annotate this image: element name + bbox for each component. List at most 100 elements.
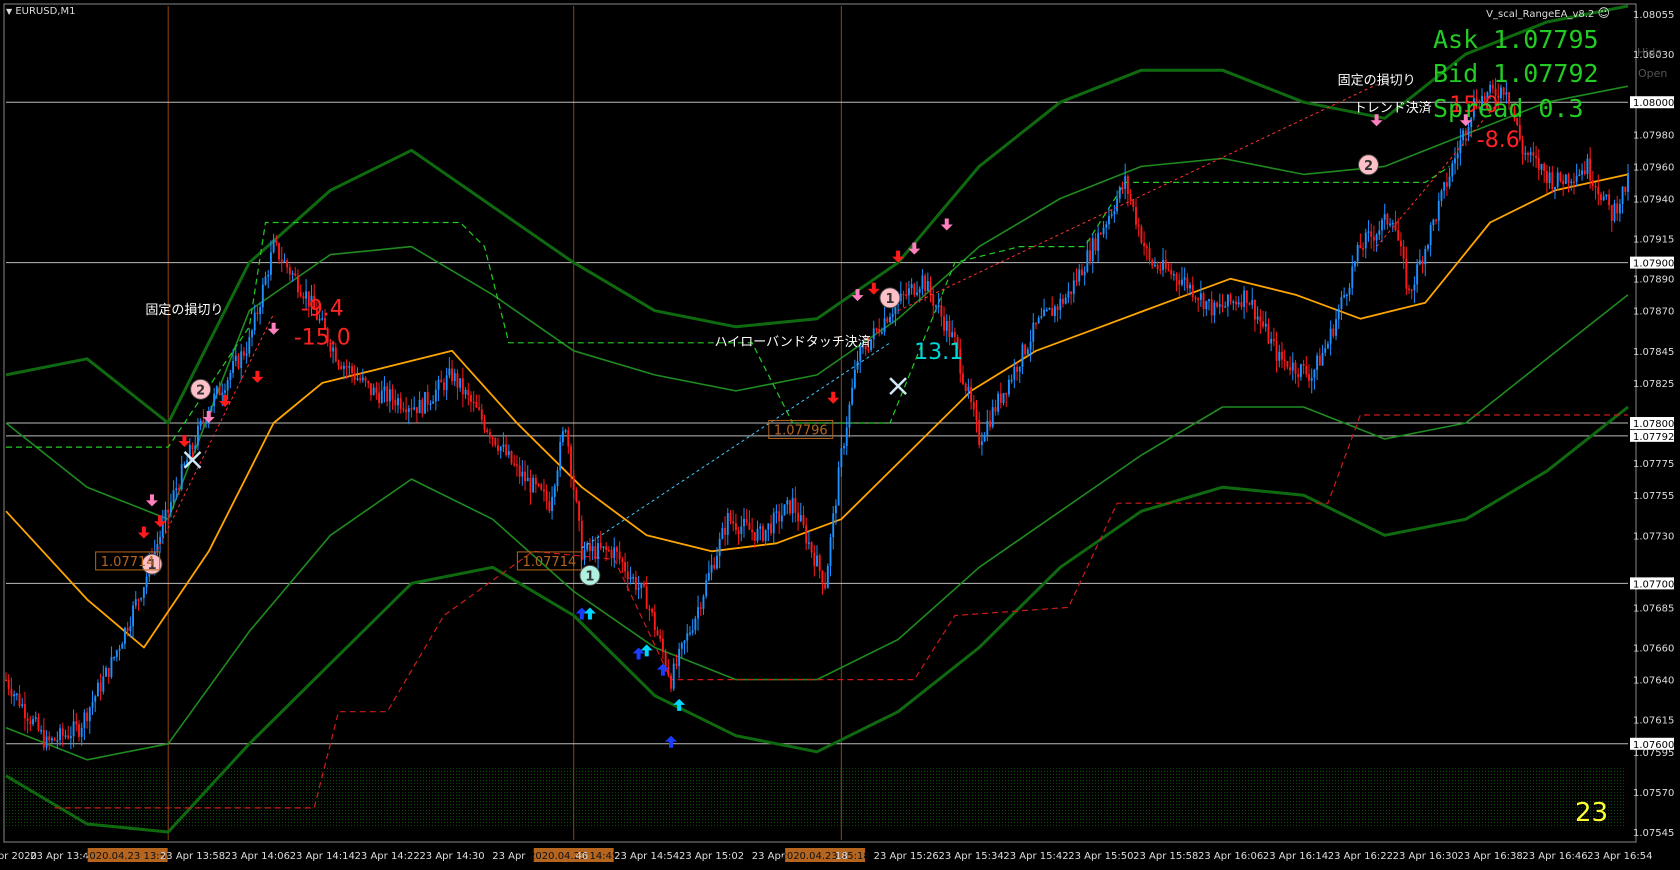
candle-body xyxy=(1232,301,1235,304)
candle-body xyxy=(64,735,67,737)
trade-annotation: -8.6 xyxy=(1477,128,1520,153)
candle-body xyxy=(521,471,524,477)
candle-body xyxy=(721,527,724,539)
candle-body xyxy=(626,571,629,580)
candle-body xyxy=(1397,230,1400,241)
candle-body xyxy=(510,451,513,464)
candle-body xyxy=(994,407,997,412)
candle-body xyxy=(1248,303,1251,305)
candle-body xyxy=(115,650,118,658)
candle-body xyxy=(448,368,451,376)
candle-body xyxy=(534,477,537,485)
candle-body xyxy=(845,427,848,446)
candle-body xyxy=(1356,245,1359,262)
candle-body xyxy=(1213,302,1216,316)
candle-body xyxy=(818,555,821,571)
candle-body xyxy=(872,328,875,340)
candle-body xyxy=(29,721,32,725)
candle-body xyxy=(440,379,443,383)
candle-body xyxy=(816,555,818,567)
candle-body xyxy=(1413,284,1416,291)
time-axis-tick: 23 Apr 16:46 xyxy=(1522,851,1587,862)
ea-name-text: V_scal_RangeEA_v8.2 xyxy=(1486,9,1595,20)
trading-chart[interactable]: 12112 1.07714 1.07714 1.07796 固定の損切り -9.4 -15… xyxy=(0,0,1680,870)
candle-body xyxy=(372,387,375,396)
candle-body xyxy=(297,275,299,293)
symbol-title-text: EURUSD,M1 xyxy=(15,6,76,17)
candle-body xyxy=(1421,260,1424,265)
candle-body xyxy=(267,274,270,277)
candle-body xyxy=(951,332,954,337)
candle-body xyxy=(483,419,486,430)
candle-body xyxy=(740,526,743,534)
candle-body xyxy=(880,332,883,334)
candle-body xyxy=(1310,377,1313,381)
candle-body xyxy=(353,372,356,380)
open-button[interactable]: Open xyxy=(1638,67,1667,80)
candle-body xyxy=(1359,245,1362,248)
candle-body xyxy=(205,421,207,424)
candle-body xyxy=(656,630,659,636)
candle-body xyxy=(1178,280,1181,285)
candle-body xyxy=(1262,321,1264,327)
price-axis-tick: 1.07640 xyxy=(1633,676,1674,687)
candle-body xyxy=(610,549,613,559)
time-axis-tick: 23 Apr 13:58 xyxy=(160,851,225,862)
candle-body xyxy=(199,420,202,426)
candle-body xyxy=(964,383,967,391)
menu-triangle-icon[interactable]: ▼ xyxy=(6,7,12,16)
time-axis-tick: 23 Apr 16:30 xyxy=(1393,851,1458,862)
candle-body xyxy=(1156,264,1159,270)
candle-body xyxy=(413,407,416,410)
candle-body xyxy=(621,559,624,563)
candle-body xyxy=(1354,261,1356,267)
candle-body xyxy=(1108,216,1110,225)
price-axis-tick: 1.07845 xyxy=(1633,347,1674,358)
price-axis-tick: 1.07915 xyxy=(1633,235,1674,246)
candle-body xyxy=(1424,248,1427,265)
candle-body xyxy=(167,509,170,513)
trade-annotation: ハイローバンドタッチ決済 xyxy=(715,334,871,350)
candle-body xyxy=(1267,323,1270,344)
time-axis-tick: 23 Apr 14:06 xyxy=(225,851,290,862)
candle-body xyxy=(361,377,364,381)
candle-body xyxy=(226,380,229,391)
candle-body xyxy=(1189,284,1192,289)
candle-body xyxy=(1240,302,1243,307)
candle-body xyxy=(178,488,180,490)
price-chart[interactable]: 12112 1.07714 1.077141.07796固定の損切り -9.4-15… xyxy=(0,0,1680,870)
candle-body xyxy=(1318,355,1321,366)
price-axis-tick: 1.07900 xyxy=(1633,259,1674,270)
candle-body xyxy=(651,608,654,613)
smiley-icon: ☺ xyxy=(1597,6,1610,20)
hide-button[interactable]: Hide xyxy=(1637,46,1662,59)
candle-body xyxy=(1337,308,1340,320)
candle-body xyxy=(221,392,224,396)
ea-name[interactable]: V_scal_RangeEA_v8.2 ☺ xyxy=(1486,6,1610,20)
candle-body xyxy=(237,355,240,368)
candle-body xyxy=(699,607,702,609)
time-axis-tick: 23 Apr 14:14 xyxy=(290,851,355,862)
candle-body xyxy=(1594,185,1597,188)
candle-body xyxy=(829,537,832,566)
candle-body xyxy=(480,409,483,420)
candle-body xyxy=(1216,302,1219,307)
candle-body xyxy=(53,738,56,741)
candle-body xyxy=(1199,293,1202,300)
candle-body xyxy=(537,484,540,486)
candle-body xyxy=(556,470,559,487)
candle-body xyxy=(259,307,262,314)
price-axis-tick: 1.07792 xyxy=(1633,432,1674,443)
candle-body xyxy=(907,288,910,296)
candle-body xyxy=(980,441,983,446)
candle-body xyxy=(356,378,359,380)
candle-body xyxy=(94,696,97,702)
candle-body xyxy=(1078,269,1081,282)
candle-body xyxy=(251,330,253,338)
candle-body xyxy=(1605,194,1608,197)
candle-body xyxy=(224,390,226,393)
candle-body xyxy=(1529,152,1532,156)
price-axis-tick: 1.07890 xyxy=(1633,275,1674,286)
candle-body xyxy=(834,505,837,514)
candle-body xyxy=(1567,174,1570,183)
